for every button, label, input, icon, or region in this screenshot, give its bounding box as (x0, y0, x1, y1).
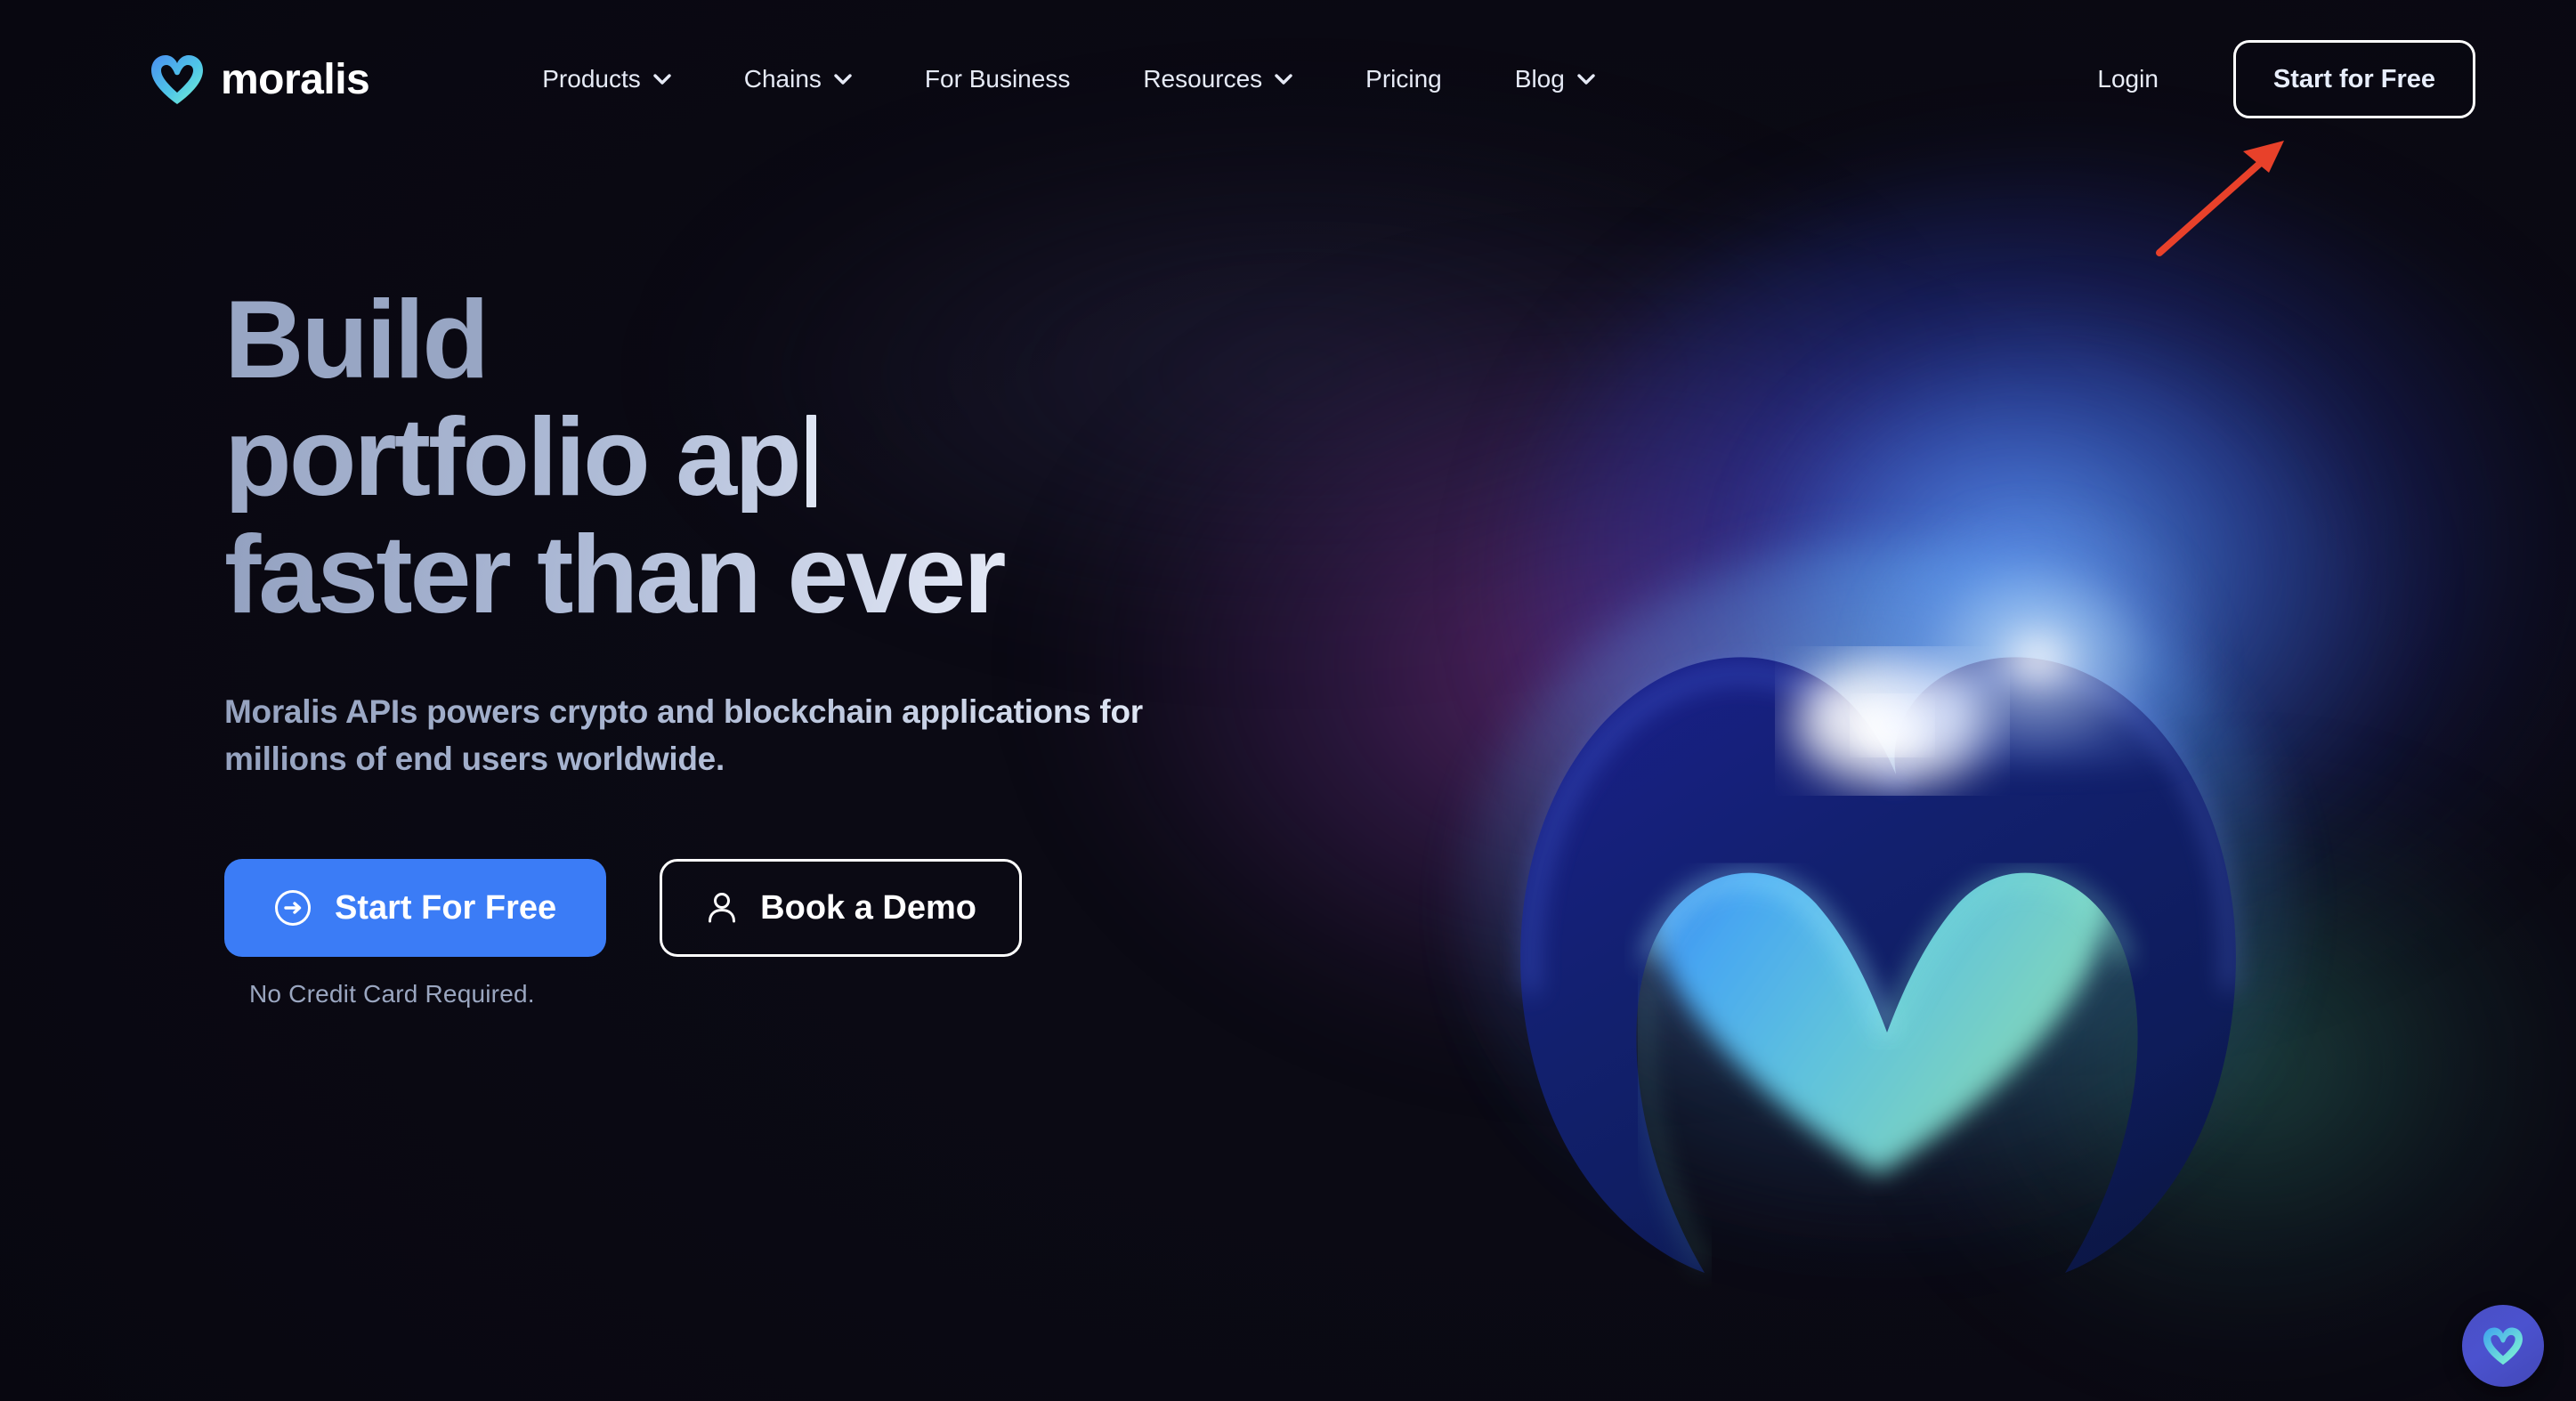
nav-item-label: Blog (1514, 65, 1565, 93)
nav-item-blog[interactable]: Blog (1488, 56, 1622, 102)
hero-headline: Build portfolio ap faster than ever (224, 285, 1399, 630)
no-credit-card-note: No Credit Card Required. (249, 980, 535, 1008)
landing-page: moralis Products Chains For Business Res… (0, 0, 2576, 1401)
header-actions: Login Start for Free (2067, 40, 2475, 118)
login-link[interactable]: Login (2067, 56, 2189, 102)
user-icon (709, 893, 736, 923)
headline-line-2: portfolio ap (224, 402, 1399, 513)
nav-item-resources[interactable]: Resources (1116, 56, 1319, 102)
chevron-down-icon (1577, 74, 1595, 85)
moralis-heart-logo-icon (151, 55, 203, 104)
arrow-right-circle-icon (275, 890, 311, 927)
nav-item-label: For Business (924, 65, 1071, 93)
headline-line-2-text: portfolio ap (224, 396, 799, 519)
typing-caret (806, 415, 816, 507)
book-a-demo-label: Book a Demo (760, 888, 976, 927)
headline-line-3: faster than ever (224, 520, 1399, 630)
hero-cta-row: Start For Free Book a Demo (224, 859, 1399, 958)
nav-item-label: Chains (743, 65, 822, 93)
nav-item-products[interactable]: Products (515, 56, 698, 102)
brand-name: moralis (221, 55, 370, 103)
nav-item-for-business[interactable]: For Business (898, 56, 1097, 102)
start-for-free-button[interactable]: Start For Free (224, 859, 607, 958)
chevron-down-icon (1275, 74, 1292, 85)
hero-section: Build portfolio ap faster than ever Mora… (224, 285, 1399, 1008)
chevron-down-icon (653, 74, 671, 85)
chat-widget-button[interactable] (2462, 1305, 2544, 1387)
hero-subtext: Moralis APIs powers crypto and blockchai… (224, 689, 1168, 782)
main-navigation: Products Chains For Business Resources P… (515, 56, 1622, 102)
nav-item-label: Products (542, 65, 641, 93)
brand-logo[interactable]: moralis (150, 53, 370, 105)
headline-line-1: Build (224, 279, 490, 401)
nav-item-label: Pricing (1365, 65, 1442, 93)
site-header: moralis Products Chains For Business Res… (0, 0, 2576, 158)
header-start-for-free-button[interactable]: Start for Free (2232, 40, 2475, 118)
nav-item-pricing[interactable]: Pricing (1339, 56, 1469, 102)
chevron-down-icon (834, 74, 852, 85)
glowing-moralis-m-heart-graphic (1389, 498, 2368, 1300)
nav-item-chains[interactable]: Chains (717, 56, 879, 102)
nav-item-label: Resources (1143, 65, 1263, 93)
start-for-free-label: Start For Free (335, 888, 557, 927)
book-a-demo-button[interactable]: Book a Demo (660, 859, 1022, 958)
moralis-chat-widget-icon (2483, 1327, 2523, 1365)
